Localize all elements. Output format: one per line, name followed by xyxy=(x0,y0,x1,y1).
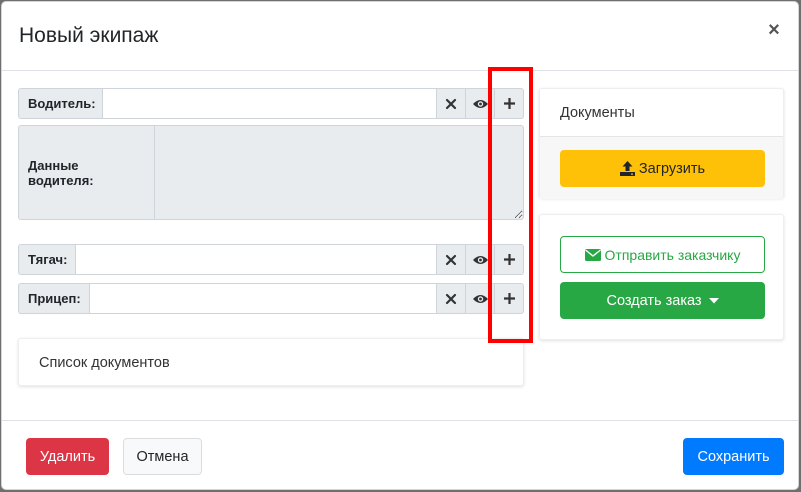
driver-data-label: Данные водителя: xyxy=(18,125,155,220)
save-button-label: Сохранить xyxy=(697,448,770,465)
modal-title: Новый экипаж xyxy=(19,24,159,47)
upload-button-label: Загрузить xyxy=(638,160,706,177)
cancel-button[interactable]: Отмена xyxy=(123,438,202,475)
driver-input[interactable] xyxy=(102,88,437,119)
view-icon xyxy=(472,99,488,108)
documents-list-title: Список документов xyxy=(39,355,170,371)
trailer-input-group: Прицеп: xyxy=(18,283,524,314)
tractor-input[interactable] xyxy=(75,244,437,275)
driver-add-button[interactable] xyxy=(495,88,524,119)
tractor-input-group: Тягач: xyxy=(18,244,524,275)
send-to-customer-label: Отправить заказчику xyxy=(604,246,741,263)
actions-card: Отправить заказчику Создать заказ xyxy=(539,214,784,340)
clear-icon xyxy=(445,254,457,265)
modal-footer: Удалить Отмена Сохранить xyxy=(2,420,798,491)
driver-clear-button[interactable] xyxy=(437,88,466,119)
trailer-label: Прицеп: xyxy=(18,283,89,314)
trailer-add-button[interactable] xyxy=(495,283,524,314)
save-button[interactable]: Сохранить xyxy=(683,438,784,475)
create-order-button[interactable]: Создать заказ xyxy=(560,282,765,319)
trailer-view-button[interactable] xyxy=(466,283,495,314)
clear-icon xyxy=(445,98,457,109)
driver-view-button[interactable] xyxy=(466,88,495,119)
create-order-label: Создать заказ xyxy=(606,292,702,309)
view-icon xyxy=(472,294,488,303)
view-icon xyxy=(472,255,488,264)
plus-icon xyxy=(503,293,515,304)
trailer-clear-button[interactable] xyxy=(437,283,466,314)
modal-header: Новый экипаж × xyxy=(2,2,798,71)
close-icon: × xyxy=(768,18,780,41)
tractor-view-button[interactable] xyxy=(466,244,495,275)
plus-icon xyxy=(503,98,515,109)
tractor-label: Тягач: xyxy=(18,244,75,275)
close-button[interactable]: × xyxy=(764,18,784,41)
delete-button[interactable]: Удалить xyxy=(26,438,109,475)
plus-icon xyxy=(503,254,515,265)
documents-card: Документы Загрузить xyxy=(539,88,784,199)
documents-card-title: Документы xyxy=(560,105,635,121)
trailer-input[interactable] xyxy=(89,283,437,314)
caret-down-icon xyxy=(708,297,719,303)
clear-icon xyxy=(445,293,457,304)
driver-input-group: Водитель: xyxy=(18,88,524,119)
documents-list-card: Список документов xyxy=(18,338,524,386)
upload-button[interactable]: Загрузить xyxy=(560,150,765,187)
tractor-add-button[interactable] xyxy=(495,244,524,275)
new-crew-modal: Новый экипаж × Водитель: Данные водителя… xyxy=(1,1,799,490)
tractor-clear-button[interactable] xyxy=(437,244,466,275)
send-to-customer-button[interactable]: Отправить заказчику xyxy=(560,236,765,273)
upload-icon xyxy=(619,161,635,176)
driver-data-textarea[interactable] xyxy=(155,125,524,220)
envelope-icon xyxy=(584,248,601,261)
driver-label: Водитель: xyxy=(18,88,102,119)
driver-data-group: Данные водителя: xyxy=(18,125,524,220)
cancel-button-label: Отмена xyxy=(136,448,189,465)
delete-button-label: Удалить xyxy=(39,448,96,465)
